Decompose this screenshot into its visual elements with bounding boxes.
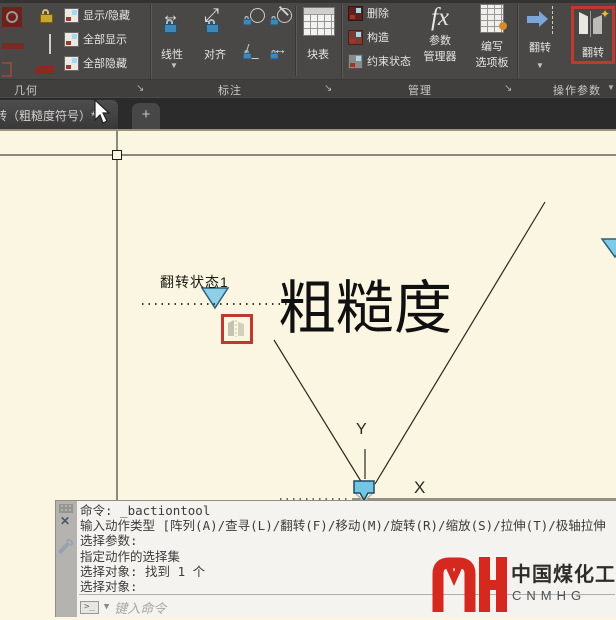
constraint-status-label: 约束状态: [367, 53, 411, 69]
flip-action-label: 翻转: [574, 44, 612, 60]
chevron-down-icon[interactable]: ▼: [607, 83, 615, 92]
constraint-status-icon: [348, 54, 363, 69]
watermark-en-text: CNMHG: [512, 588, 586, 603]
ribbon-top-strip: [0, 0, 616, 3]
pickbox: [113, 151, 122, 160]
angular-constraint-button[interactable]: [243, 42, 265, 64]
param-manager-label-1: 参数: [420, 32, 460, 48]
watermark-cn-text: 中国煤化工: [511, 558, 616, 587]
y-axis-label: Y: [356, 421, 367, 439]
flip-dropdown-label: 翻转: [524, 39, 556, 55]
chevron-down-icon: ▼: [170, 61, 178, 70]
panel-label-action-params: 操作参数: [553, 82, 601, 98]
diameter-constraint-button[interactable]: [270, 8, 292, 30]
close-icon[interactable]: ✕: [60, 514, 70, 528]
new-tab-button[interactable]: +: [132, 103, 160, 129]
authoring-palettes-button[interactable]: 编写 选项板: [470, 4, 514, 76]
watermark-logo: 中国煤化工 CNMHG: [427, 546, 616, 617]
linear-dimension-button[interactable]: ↔ 线性 ▼: [157, 6, 193, 76]
dialog-launcher-icon[interactable]: ↘: [324, 83, 332, 94]
delete-button[interactable]: 删除: [348, 2, 418, 24]
construct-icon: [348, 30, 363, 45]
drawing-tab-label: 转（粗糙度符号）*: [0, 107, 96, 124]
customize-wrench-icon[interactable]: [58, 542, 71, 555]
flip-arrow-grip-right: [602, 239, 616, 257]
chevron-down-icon[interactable]: ▼: [104, 602, 109, 612]
panel-label-dimension: 标注: [218, 82, 242, 98]
fx-icon: fx: [431, 4, 449, 31]
ribbon: 显示/隐藏 全部显示 全部隐藏 ↔ 线性 ▼ ⤢ 对齐 ↔ 块表: [0, 0, 616, 98]
construct-button[interactable]: 构造: [348, 26, 418, 48]
lock-icon: [206, 19, 219, 34]
flip-state-label[interactable]: 翻转状态1: [160, 272, 229, 292]
drag-grip-icon[interactable]: [59, 504, 73, 513]
delete-label: 删除: [367, 5, 389, 21]
param-manager-label-2: 管理器: [420, 48, 460, 64]
x-axis-label: X: [414, 478, 425, 498]
flip-parameter-dropdown-button[interactable]: 翻转 ▼: [524, 6, 556, 78]
geometry-constraint-icon[interactable]: [2, 7, 24, 29]
hide-all-button[interactable]: 全部隐藏: [64, 52, 150, 74]
baseline-constraint-button[interactable]: ↔: [270, 42, 292, 64]
flip-action-annotation-box: [221, 314, 253, 344]
command-history-line: 输入动作类型 [阵列(A)/查寻(L)/翻转(F)/移动(M)/旋转(R)/缩放…: [80, 518, 615, 533]
show-all-button[interactable]: 全部显示: [64, 28, 150, 50]
authoring-label-2: 选项板: [470, 54, 514, 70]
mouse-cursor-icon: [93, 99, 115, 127]
flip-action-icon: ✦: [576, 9, 610, 39]
authoring-palettes-icon: [480, 4, 504, 33]
command-input-placeholder[interactable]: 键入命令: [114, 598, 166, 617]
flip-reflection-dotted-line: [142, 303, 292, 305]
block-table-button[interactable]: 块表: [300, 6, 340, 76]
show-hide-button[interactable]: 显示/隐藏: [64, 4, 150, 26]
command-input-row[interactable]: >_ ▼ 键入命令: [80, 598, 166, 616]
flip-action-glyph-icon: [224, 317, 250, 341]
aligned-label: 对齐: [204, 46, 226, 62]
panel-label-geometry: 几何: [14, 82, 38, 98]
basepoint-grip: [354, 481, 374, 500]
aligned-dimension-button[interactable]: ⤢ 对齐: [198, 6, 236, 76]
sparkle-icon: ✦: [600, 7, 610, 21]
drawing-tab-bar: 转（粗糙度符号）* +: [0, 98, 616, 129]
radial-constraint-button[interactable]: [243, 8, 265, 30]
show-hide-icon: [64, 8, 79, 23]
show-hide-label: 显示/隐藏: [83, 7, 130, 23]
flip-action-button-highlighted[interactable]: ✦ 翻转: [574, 9, 612, 61]
parameter-manager-button[interactable]: fx 参数 管理器: [420, 4, 460, 76]
prompt-icon: >_: [80, 601, 99, 614]
show-all-label: 全部显示: [83, 31, 127, 47]
show-all-icon: [64, 32, 79, 47]
hide-all-icon: [64, 56, 79, 71]
vertical-constraint-icon[interactable]: [40, 34, 62, 56]
dialog-launcher-icon[interactable]: ↘: [136, 83, 144, 94]
delete-icon: [348, 6, 363, 21]
roughness-text[interactable]: 粗糙度: [278, 261, 452, 345]
panel-label-manage: 管理: [408, 82, 432, 98]
panel-label-row: 几何 ↘ 标注 ↘ 管理 ↘ 操作参数 ▼: [0, 79, 616, 97]
construct-label: 构造: [367, 29, 389, 45]
command-window-side-strip: ✕: [56, 501, 77, 617]
flip-arrow-icon: [527, 6, 553, 34]
cnmhg-logo-icon: [427, 550, 507, 620]
lock-icon[interactable]: [38, 7, 60, 29]
block-table-label: 块表: [307, 46, 329, 62]
linear-label: 线性: [161, 46, 183, 62]
lock-icon: [164, 19, 177, 34]
group-divider: [295, 6, 297, 76]
authoring-label-1: 编写: [470, 38, 514, 54]
hide-all-label: 全部隐藏: [83, 55, 127, 71]
dialog-launcher-icon[interactable]: ↘: [504, 83, 512, 94]
horizontal-constraint-icon[interactable]: [2, 36, 24, 58]
block-table-icon: [303, 7, 335, 36]
command-history-line: 命令: _bactiontool: [80, 503, 615, 518]
chevron-down-icon: ▼: [536, 61, 544, 70]
